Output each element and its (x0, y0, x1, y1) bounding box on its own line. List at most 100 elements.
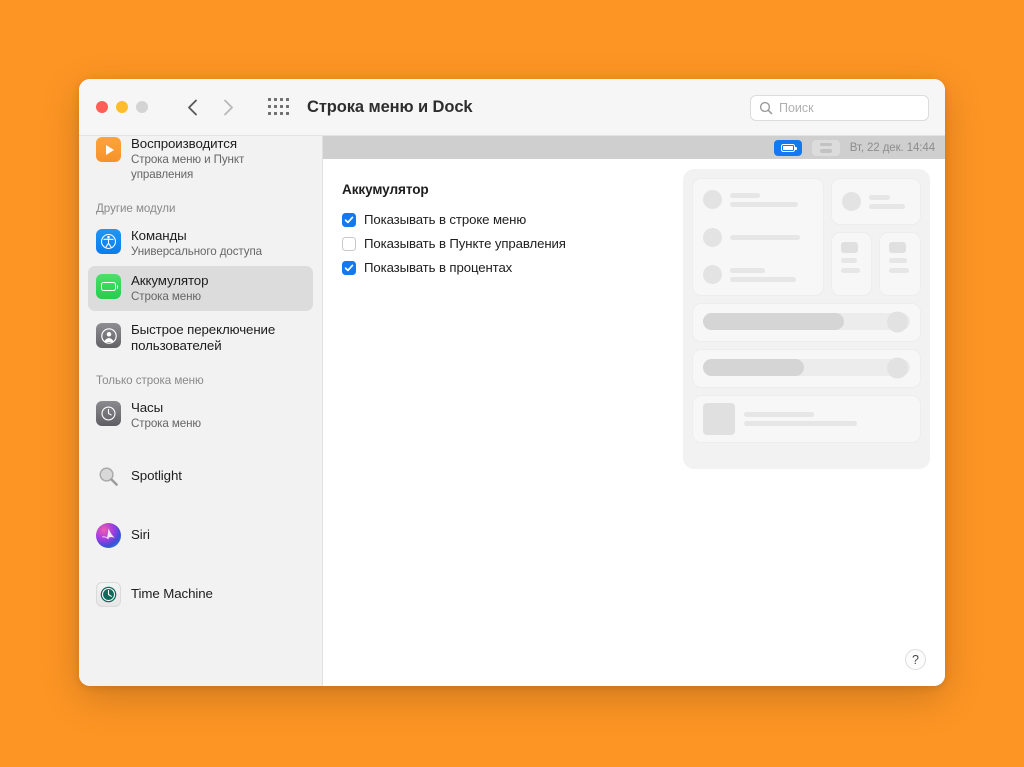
spotlight-icon (96, 464, 121, 489)
cc-preview-right-column (830, 178, 921, 296)
cc-preview-toggles-card (692, 178, 824, 296)
checkbox-label: Показывать в Пункте управления (364, 236, 566, 251)
checkbox-show-percentage[interactable] (342, 260, 356, 275)
checkbox-label: Показывать в строке меню (364, 212, 527, 227)
show-all-grid-icon[interactable] (268, 98, 290, 116)
battery-settings-pane: Аккумулятор Показывать в строке меню Пок… (323, 159, 945, 686)
cc-preview-item (703, 227, 813, 247)
cc-preview-display-card (830, 178, 921, 225)
sidebar-item-text: Воспроизводится Строка меню и Пункт упра… (131, 136, 244, 182)
cc-preview-tiles (830, 232, 921, 296)
cc-preview-bar (730, 234, 800, 240)
search-placeholder: Поиск (779, 101, 814, 115)
cc-preview-lines (868, 194, 910, 209)
window-titlebar: Строка меню и Dock Поиск (79, 79, 945, 136)
sidebar-item-battery[interactable]: Аккумулятор Строка меню (88, 266, 313, 311)
checkbox-row-show-percentage[interactable]: Показывать в процентах (342, 260, 566, 275)
system-preferences-window: Строка меню и Dock Поиск Воспроизводится… (79, 79, 945, 686)
cc-preview-dot (703, 227, 722, 247)
cc-preview-bar (840, 258, 858, 263)
sidebar-item-time-machine[interactable]: Time Machine (88, 574, 313, 614)
sidebar-item-text: Аккумулятор Строка меню (131, 273, 208, 304)
cc-preview-item (703, 265, 813, 284)
sidebar-item-label-2: пользователей (131, 338, 222, 353)
page-title: Аккумулятор (342, 182, 429, 197)
cc-preview-bar (868, 194, 891, 200)
forward-chevron-icon[interactable] (218, 97, 238, 117)
sidebar-item-sublabel-2: управления (131, 168, 194, 181)
sidebar-item-now-playing[interactable]: Воспроизводится Строка меню и Пункт упра… (88, 136, 313, 189)
cc-preview-lines (730, 234, 813, 240)
cc-preview-square (889, 242, 907, 253)
cc-preview-bar (744, 412, 814, 417)
cc-preview-top-row (692, 178, 921, 296)
cc-preview-tile (879, 232, 921, 296)
cc-preview-slider-card (692, 349, 921, 388)
user-switch-icon (96, 323, 121, 348)
cc-preview-slider-fill (703, 359, 805, 376)
sidebar-item-sublabel: Строка меню (131, 290, 201, 303)
battery-icon (96, 274, 121, 299)
close-window-button[interactable] (96, 101, 108, 113)
cc-preview-dot (703, 265, 722, 284)
battery-checkbox-group: Показывать в строке меню Показывать в Пу… (342, 212, 566, 275)
sidebar-item-text: Часы Строка меню (131, 400, 201, 431)
menu-bar-clock: Вт, 22 дек. 14:44 (849, 141, 935, 154)
sidebar-item-label: Spotlight (131, 468, 182, 483)
maximize-window-button[interactable] (136, 101, 148, 113)
cc-preview-bar (868, 203, 906, 209)
cc-preview-bar (840, 268, 861, 273)
cc-preview-tile (830, 232, 873, 296)
cc-preview-slider-track (703, 357, 910, 378)
navigation-arrows (182, 97, 238, 117)
sidebar-item-accessibility-shortcuts[interactable]: Команды Универсального доступа (88, 221, 313, 266)
back-chevron-icon[interactable] (182, 97, 202, 117)
sidebar-item-spotlight[interactable]: Spotlight (88, 456, 313, 496)
sidebar-item-label: Команды (131, 228, 187, 243)
cc-preview-slider-knob (887, 311, 908, 332)
cc-preview-bar (730, 267, 765, 273)
sidebar-item-text: Spotlight (131, 468, 182, 484)
modules-sidebar[interactable]: Воспроизводится Строка меню и Пункт упра… (79, 136, 323, 686)
sidebar-item-fast-user-switching[interactable]: Быстрое переключение пользователей (88, 315, 313, 361)
window-title: Строка меню и Dock (307, 97, 473, 116)
sidebar-item-text: Команды Универсального доступа (131, 228, 262, 259)
window-body: Воспроизводится Строка меню и Пункт упра… (79, 136, 945, 686)
cc-preview-bar (730, 276, 797, 282)
cc-preview-bar (744, 421, 857, 426)
sidebar-item-siri[interactable]: Siri (88, 515, 313, 555)
menu-bar-control-center-icon[interactable] (811, 139, 840, 156)
menu-bar-battery-icon[interactable] (773, 139, 802, 156)
control-center-preview (683, 169, 930, 469)
menu-bar-preview-strip: Вт, 22 дек. 14:44 (323, 136, 945, 159)
cc-preview-bar (889, 268, 910, 273)
checkbox-show-in-control-center[interactable] (342, 236, 356, 251)
sidebar-item-clock[interactable]: Часы Строка меню (88, 393, 313, 438)
cc-preview-bar (730, 192, 760, 198)
minimize-window-button[interactable] (116, 101, 128, 113)
accessibility-icon (96, 229, 121, 254)
cc-preview-dot (841, 192, 861, 211)
content-pane: Вт, 22 дек. 14:44 Аккумулятор Показывать… (323, 136, 945, 686)
sidebar-item-sublabel-1: Строка меню и Пункт (131, 153, 245, 166)
cc-preview-bar (889, 258, 907, 263)
cc-preview-slider-track (703, 311, 910, 332)
cc-preview-thumbnail (703, 403, 735, 435)
checkbox-row-show-in-control-center[interactable]: Показывать в Пункте управления (342, 236, 566, 251)
sidebar-item-text: Быстрое переключение пользователей (131, 322, 275, 354)
sidebar-item-sublabel: Строка меню (131, 417, 201, 430)
cc-preview-slider-card (692, 303, 921, 342)
checkbox-label: Показывать в процентах (364, 260, 513, 275)
sidebar-item-label: Time Machine (131, 586, 213, 601)
checkbox-show-in-menu-bar[interactable] (342, 212, 356, 227)
sidebar-item-label: Быстрое переключение (131, 322, 276, 337)
cc-preview-square (840, 242, 858, 253)
sidebar-item-label: Воспроизводится (131, 136, 237, 151)
now-playing-icon (96, 137, 121, 162)
search-field[interactable]: Поиск (750, 95, 929, 121)
checkbox-row-show-in-menu-bar[interactable]: Показывать в строке меню (342, 212, 566, 227)
cc-preview-lines (744, 412, 910, 426)
help-button[interactable]: ? (905, 649, 926, 670)
cc-preview-lines (730, 192, 813, 207)
clock-icon (96, 401, 121, 426)
